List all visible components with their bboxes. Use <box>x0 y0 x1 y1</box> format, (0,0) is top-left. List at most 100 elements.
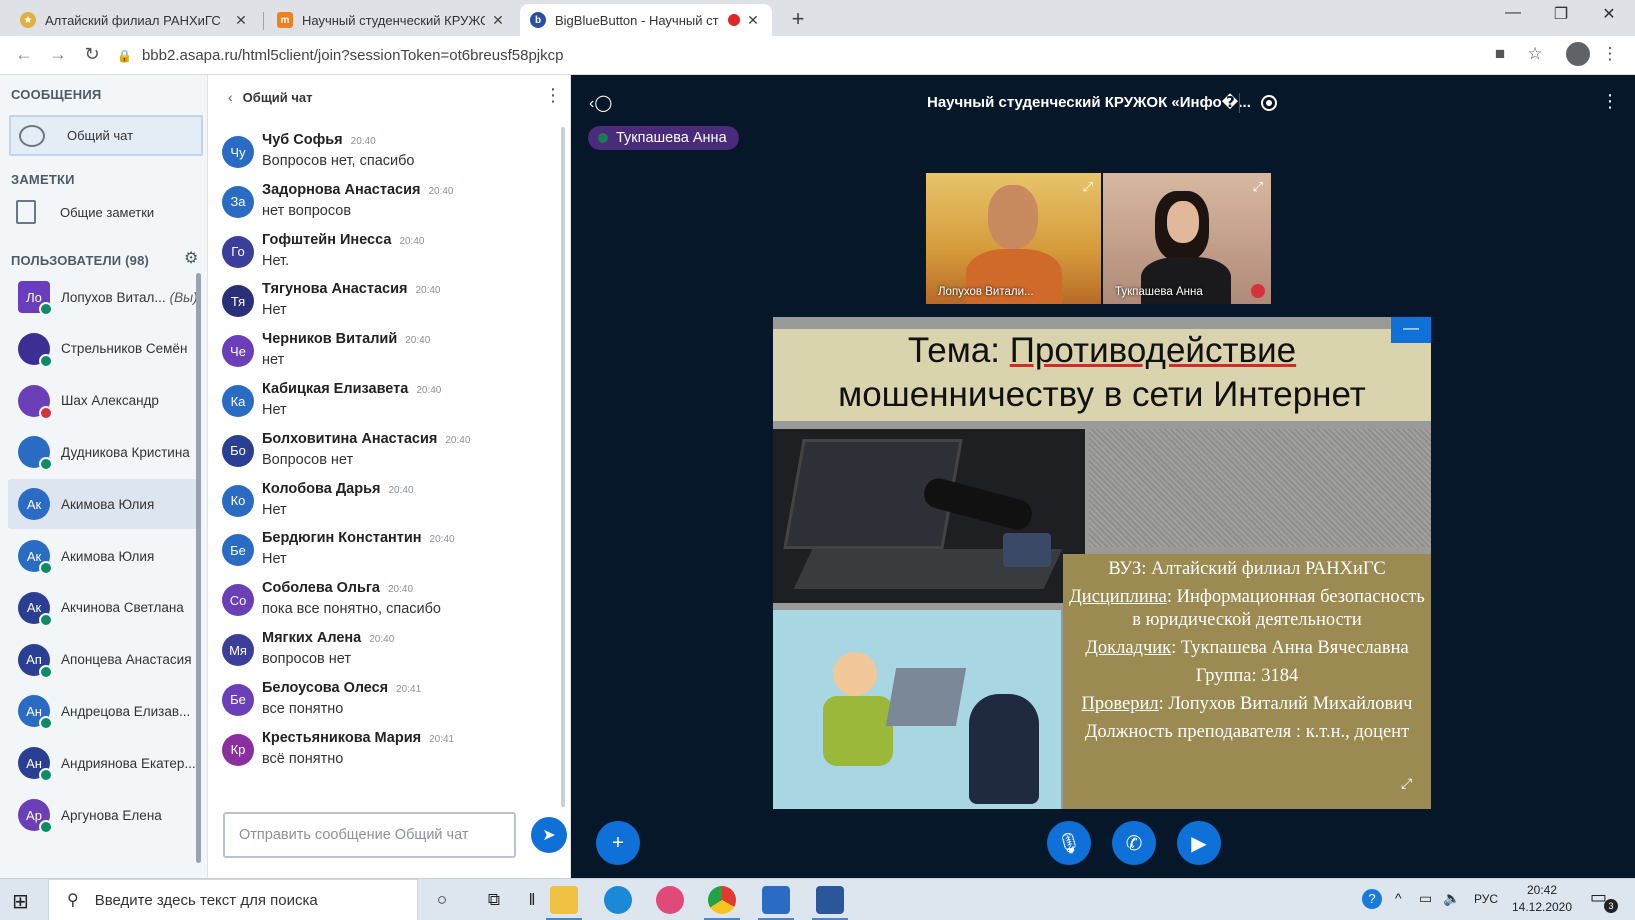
tab-ranepa[interactable]: ★ Алтайский филиал РАНХиГС ✕ <box>10 4 260 36</box>
user-list-panel: СООБЩЕНИЯ Общий чат ЗАМЕТКИ Общие заметк… <box>0 75 208 878</box>
chevron-left-icon[interactable]: ‹ <box>228 89 233 105</box>
muted-mic-icon <box>39 405 53 420</box>
user-list-item[interactable]: Ак Акчинова Светлана <box>8 583 198 633</box>
avatar: Ко <box>222 484 254 517</box>
user-list-item[interactable]: Шах Александр <box>8 376 198 426</box>
task-view-icon[interactable]: ⧉ <box>480 887 508 913</box>
user-list-scrollbar[interactable] <box>196 273 201 863</box>
fullscreen-presentation-icon[interactable]: ⤢ <box>1401 775 1412 792</box>
edge-icon[interactable] <box>604 886 632 914</box>
camera-icon[interactable]: ■ <box>1488 44 1512 64</box>
new-tab-button[interactable]: + <box>786 6 810 32</box>
user-list-item[interactable]: Стрельников Семён <box>8 324 198 374</box>
paint-icon[interactable] <box>656 886 684 914</box>
file-explorer-icon[interactable] <box>550 886 578 914</box>
message-time: 20:40 <box>429 534 455 546</box>
user-name: Акимова Юлия <box>61 496 155 512</box>
taskbar-search-box[interactable]: ⚲ Введите здесь текст для поиска <box>48 879 418 920</box>
chat-scrollbar[interactable] <box>561 127 565 807</box>
mic-icon <box>39 820 53 834</box>
chat-message: Го Гофштейн Инесса 20:40 Нет. <box>222 228 552 276</box>
message-author: Колобова Дарья 20:40 <box>262 480 414 497</box>
chat-message-input[interactable] <box>223 812 516 858</box>
help-icon[interactable]: ? <box>1362 889 1382 909</box>
chat-message: За Задорнова Анастасия 20:40 нет вопросов <box>222 178 552 226</box>
user-list-item[interactable]: Ан Андрецова Елизав... <box>8 686 198 736</box>
webcam-lopukhov[interactable]: ⤢ Лопухов Витали... <box>926 173 1101 304</box>
notes-title: ЗАМЕТКИ <box>11 172 75 187</box>
avatar: Бе <box>222 683 254 716</box>
minimize-presentation-button[interactable]: — <box>1391 317 1431 343</box>
close-icon[interactable]: ✕ <box>232 12 250 29</box>
send-button[interactable]: ➤ <box>531 817 567 853</box>
wallet-shape <box>1003 533 1051 567</box>
microphone-button[interactable]: 🎙 <box>1047 821 1091 865</box>
chat-message: Со Соболева Ольга 20:40 пока все понятно, с… <box>222 576 552 624</box>
restore-icon[interactable]: ❐ <box>1538 4 1584 24</box>
close-icon[interactable]: ✕ <box>744 12 762 29</box>
message-text: нет <box>262 352 285 369</box>
message-text: Нет <box>262 302 287 319</box>
hacker-laptop-image <box>773 429 1085 603</box>
reload-icon[interactable]: ↻ <box>80 44 104 65</box>
presentation-slide: Тема: Противодействие мошенничеству в се… <box>773 317 1431 809</box>
network-icon[interactable]: ▭ <box>1419 890 1432 907</box>
chat-options-icon[interactable]: ⋮ <box>544 85 562 106</box>
user-list-item[interactable]: Ан Андриянова Екатер... <box>8 738 198 788</box>
chat-header[interactable]: ‹ Общий чат <box>228 89 313 105</box>
word-icon[interactable] <box>816 886 844 914</box>
fullscreen-icon[interactable]: ⤢ <box>1253 179 1263 195</box>
volume-icon[interactable]: 🔈 <box>1443 890 1460 907</box>
browser-tab-bar: ★ Алтайский филиал РАНХиГС ✕ m Научный с… <box>0 0 1635 36</box>
chat-message: Ко Колобова Дарья 20:40 Нет <box>222 477 552 525</box>
message-text: Нет. <box>262 252 290 269</box>
close-icon[interactable]: ✕ <box>489 12 507 29</box>
avatar <box>18 384 53 420</box>
actions-button[interactable]: + <box>596 821 640 865</box>
chevron-up-icon[interactable]: ^ <box>1395 890 1402 906</box>
leave-audio-button[interactable]: ✆ <box>1112 821 1156 865</box>
tab-bigbluebutton[interactable]: b BigBlueButton - Научный ст ✕ <box>520 4 772 36</box>
user-list-item[interactable]: Ак Акимова Юлия <box>8 479 198 530</box>
url-field[interactable]: 🔒 bbb2.asapa.ru/html5client/join?session… <box>117 41 1577 70</box>
chrome-icon[interactable] <box>708 886 736 914</box>
user-name: Акимова Юлия <box>61 548 155 564</box>
clock[interactable]: 20:42 14.12.2020 <box>1510 882 1574 916</box>
user-list-toggle-icon[interactable]: ‹◯ <box>589 93 612 113</box>
language-indicator[interactable]: РУС <box>1474 892 1498 906</box>
message-author: Мягких Алена 20:40 <box>262 630 395 646</box>
tab-circle[interactable]: m Научный студенческий КРУЖО ✕ <box>267 4 517 36</box>
users-title: ПОЛЬЗОВАТЕЛИ (98) <box>11 253 150 268</box>
media-player-icon[interactable] <box>762 886 790 914</box>
webcam-tukpasheva[interactable]: ⤢ Тукпашева Анна <box>1103 173 1271 304</box>
message-author: Белоусова Олеся 20:41 <box>262 679 422 696</box>
forward-icon[interactable]: → <box>46 44 70 65</box>
fullscreen-icon[interactable]: ⤢ <box>1083 179 1093 195</box>
share-webcam-button[interactable]: ▶ <box>1177 821 1221 865</box>
user-list-item[interactable]: Ло Лопухов Витал... (Вы) <box>8 272 198 322</box>
shared-notes-item[interactable]: Общие заметки <box>16 200 154 224</box>
menu-icon[interactable]: ⋮ <box>1598 44 1622 64</box>
options-icon[interactable]: ⋮ <box>1601 91 1619 112</box>
avatar: Ан <box>18 695 53 731</box>
cortana-icon[interactable]: ○ <box>428 887 456 913</box>
record-icon[interactable] <box>1261 95 1277 111</box>
presentation-stage: ‹◯ Научный студенческий КРУЖОК «Инфо�...… <box>571 75 1635 878</box>
address-bar: ← → ↻ 🔒 bbb2.asapa.ru/html5client/join?s… <box>0 36 1635 75</box>
back-icon[interactable]: ← <box>12 44 36 65</box>
user-list-item[interactable]: Ар Аргунова Елена <box>8 790 198 840</box>
user-list-item[interactable]: Ап Апонцева Анастасия <box>8 635 198 685</box>
star-icon[interactable]: ☆ <box>1523 44 1547 64</box>
avatar: Мя <box>222 634 254 666</box>
public-chat-item[interactable]: Общий чат <box>9 115 203 156</box>
user-name: Акчинова Светлана <box>61 600 184 616</box>
notes-icon <box>16 200 36 224</box>
face-shape <box>988 185 1038 249</box>
gear-icon[interactable]: ⚙ <box>184 248 198 268</box>
user-list-item[interactable]: Ак Акимова Юлия <box>8 531 198 581</box>
profile-avatar[interactable] <box>1566 42 1590 66</box>
user-list-item[interactable]: Дудникова Кристина <box>8 427 198 477</box>
windows-start-icon[interactable]: ⊞ <box>12 889 29 914</box>
minimize-icon[interactable]: — <box>1490 4 1536 22</box>
window-close-icon[interactable]: ✕ <box>1586 4 1632 24</box>
